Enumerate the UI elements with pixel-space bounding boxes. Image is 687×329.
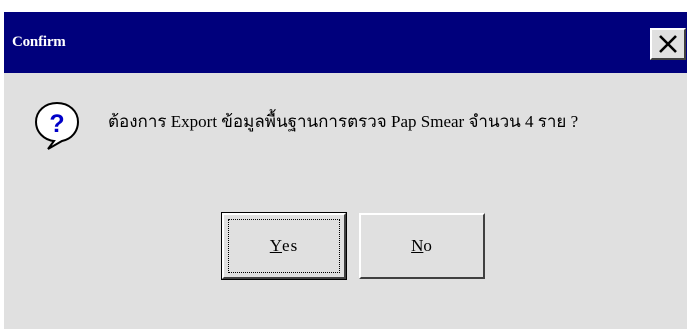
no-button[interactable]: No: [359, 213, 485, 279]
confirm-dialog: Confirm ? ต้องการ Export ข้อมูลพื้นฐานกา…: [0, 0, 687, 329]
dialog-title: Confirm: [12, 34, 66, 50]
yes-button[interactable]: Yes: [221, 212, 347, 280]
question-icon: ?: [34, 101, 80, 150]
close-icon: [659, 35, 677, 53]
yes-button-label: Yes: [269, 236, 299, 255]
close-button[interactable]: [650, 28, 686, 60]
dialog-body: ? ต้องการ Export ข้อมูลพื้นฐานการตรวจ Pa…: [4, 73, 687, 329]
no-button-label: No: [411, 236, 433, 255]
svg-text:?: ?: [49, 110, 64, 138]
title-bar: Confirm: [4, 12, 687, 73]
confirm-message: ต้องการ Export ข้อมูลพื้นฐานการตรวจ Pap …: [108, 112, 579, 131]
